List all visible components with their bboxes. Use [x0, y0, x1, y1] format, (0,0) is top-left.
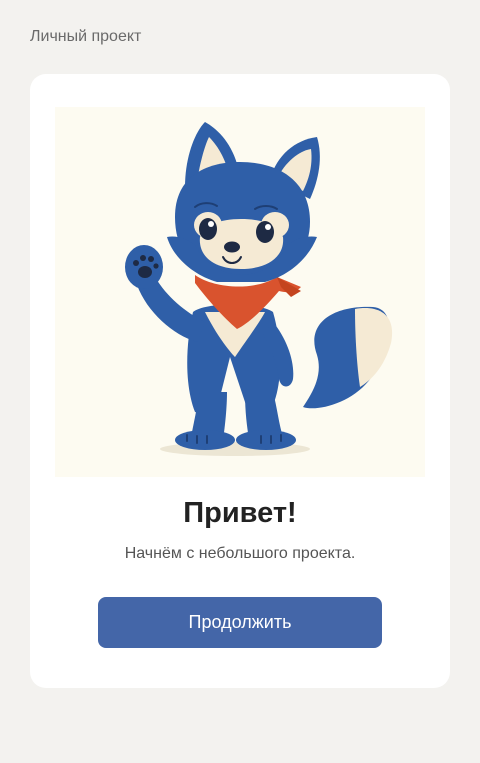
greeting-subtitle: Начнём с небольшого проекта. — [124, 545, 356, 562]
greeting-title: Привет! — [183, 497, 297, 529]
welcome-card: Привет! Начнём с небольшого проекта. Про… — [30, 74, 450, 688]
fox-mascot-illustration — [55, 107, 425, 477]
project-label: Личный проект — [30, 28, 142, 45]
fox-mascot-waving-icon — [125, 122, 393, 456]
continue-button[interactable]: Продолжить — [98, 597, 382, 648]
